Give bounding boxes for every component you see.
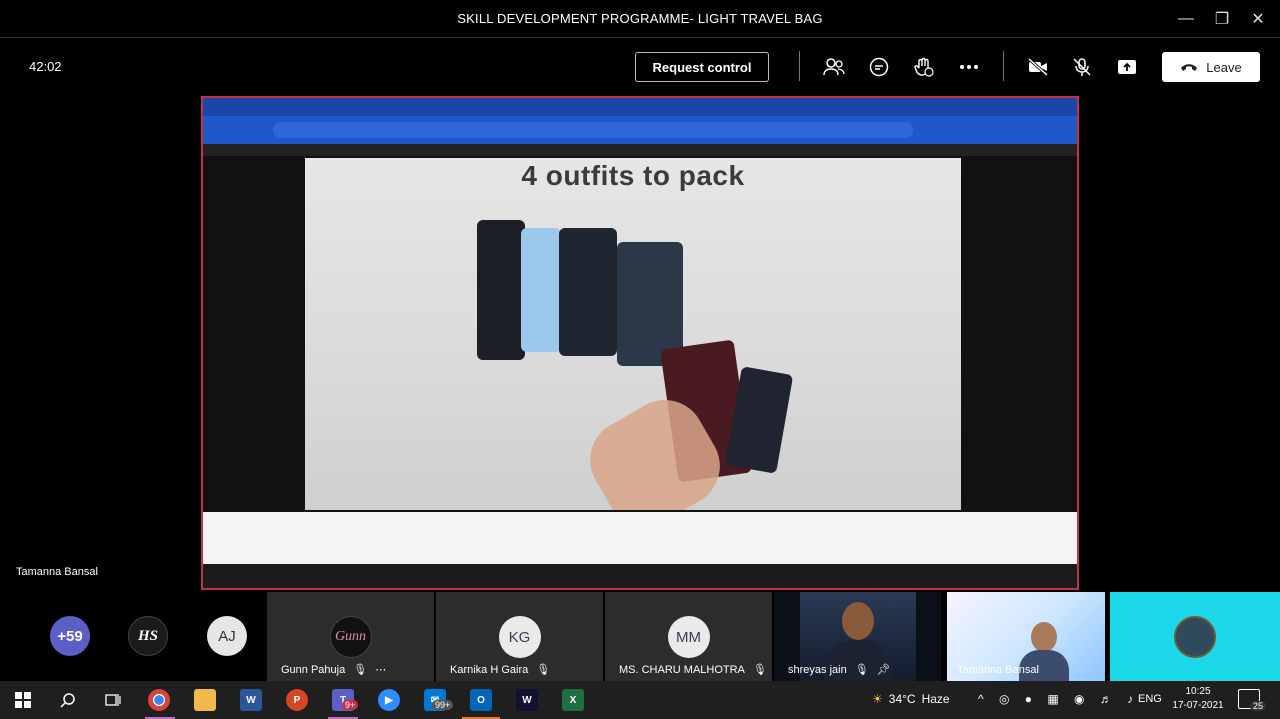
- participant-tile[interactable]: [1110, 592, 1280, 681]
- toolbar-divider: [799, 51, 800, 81]
- participant-name: Gunn Pahuja: [281, 663, 346, 676]
- participants-icon[interactable]: [822, 55, 846, 79]
- participant-tile[interactable]: KG Karnika H Gaira 🎙︎: [436, 592, 603, 681]
- participant-tile[interactable]: Gunn Gunn Pahuja 🎙︎ ⋯: [267, 592, 434, 681]
- share-screen-icon[interactable]: [1115, 55, 1139, 79]
- participant-name: Tamanna Bansal: [957, 664, 1039, 676]
- window-title: SKILL DEVELOPMENT PROGRAMME- LIGHT TRAVE…: [457, 11, 823, 26]
- camera-off-icon[interactable]: [1026, 55, 1050, 79]
- avatar: KG: [498, 616, 541, 658]
- youtube-header: [203, 144, 1077, 156]
- powerpoint-icon[interactable]: P: [286, 689, 308, 711]
- shared-screen: 4 outfits to pack: [201, 96, 1079, 590]
- clock-date: 17-07-2021: [1172, 700, 1224, 711]
- browser-address-bar: [203, 116, 1077, 144]
- weather-widget[interactable]: ☀︎ 34°C Haze: [872, 692, 950, 706]
- overflow-participants-badge[interactable]: +59: [50, 616, 90, 656]
- minimize-icon[interactable]: —: [1168, 6, 1204, 32]
- excel-icon[interactable]: X: [562, 689, 584, 711]
- more-options-icon[interactable]: ⋯: [375, 663, 386, 676]
- mail-badge: 99+: [432, 700, 454, 710]
- avatar[interactable]: HS: [128, 616, 168, 656]
- presenter-name: Tamanna Bansal: [16, 566, 98, 578]
- weather-condition: Haze: [921, 692, 950, 706]
- chrome-icon[interactable]: [148, 689, 170, 711]
- mic-off-icon: 🎙︎: [536, 664, 551, 676]
- participant-name: shreyas jain: [788, 663, 847, 676]
- avatar[interactable]: AJ: [207, 616, 247, 656]
- participant-tile[interactable]: shreyas jain 🎙︎ 📌︎: [774, 592, 941, 681]
- shared-screen-stage: 4 outfits to pack Tamanna Bansal: [0, 94, 1280, 592]
- notification-count: 25: [1250, 701, 1267, 711]
- folded-shirt-black: [477, 220, 525, 360]
- mic-off-icon: 🎙︎: [854, 664, 869, 676]
- start-icon[interactable]: [12, 689, 34, 711]
- avatar: [1174, 616, 1216, 658]
- avatar: MM: [667, 616, 710, 658]
- task-view-icon[interactable]: [102, 689, 124, 711]
- windows-taskbar: W P T 9+ ▶︎ ✉︎ 99+ O W X ☀︎ 34°C Haze ^ …: [0, 681, 1280, 719]
- language-indicator[interactable]: ENG: [1138, 693, 1162, 705]
- meeting-toolbar: 42:02 Request control Leave: [0, 37, 1280, 94]
- tray-icons[interactable]: ^ ◎ ● ▦ ◉ ♬ ♪: [978, 692, 1139, 706]
- zoom-icon[interactable]: ▶︎: [378, 689, 400, 711]
- mic-off-icon: 🎙︎: [353, 664, 368, 676]
- shared-taskbar: [203, 564, 1077, 588]
- maximize-icon[interactable]: ❐: [1204, 6, 1240, 32]
- participant-name: MS. CHARU MALHOTRA: [619, 663, 745, 676]
- file-explorer-icon[interactable]: [194, 689, 216, 711]
- folded-shirt-navy: [559, 228, 617, 356]
- clock[interactable]: 10:25 17-07-2021: [1168, 685, 1228, 713]
- mic-off-icon[interactable]: [1070, 55, 1094, 79]
- leave-label: Leave: [1206, 59, 1242, 75]
- request-control-button[interactable]: Request control: [635, 52, 769, 82]
- participant-tile[interactable]: MM MS. CHARU MALHOTRA 🎙︎: [605, 592, 772, 681]
- video-frame: 4 outfits to pack: [305, 158, 961, 510]
- outlook-icon[interactable]: O: [470, 689, 492, 711]
- video-description-area: [203, 512, 1077, 564]
- teams-badge: 9+: [342, 700, 359, 710]
- whiteboard-icon[interactable]: W: [516, 689, 538, 711]
- chat-icon[interactable]: [867, 55, 891, 79]
- reactions-icon[interactable]: [912, 55, 936, 79]
- participant-tile[interactable]: Tamanna Bansal: [943, 592, 1108, 681]
- temperature: 34°C: [888, 692, 916, 706]
- title-bar: SKILL DEVELOPMENT PROGRAMME- LIGHT TRAVE…: [0, 0, 1280, 37]
- person-silhouette: [1031, 622, 1057, 652]
- clock-time: 10:25: [1185, 686, 1211, 697]
- folded-shirt-light-blue: [521, 228, 561, 352]
- participant-name: Karnika H Gaira: [450, 663, 529, 676]
- meeting-timer: 42:02: [29, 59, 62, 74]
- mic-off-icon: 🎙︎: [752, 664, 767, 676]
- phone-hangup-icon: [1181, 64, 1198, 71]
- video-caption: 4 outfits to pack: [521, 160, 745, 191]
- leave-button[interactable]: Leave: [1162, 52, 1260, 82]
- sun-haze-icon: ☀︎: [872, 692, 883, 706]
- search-icon[interactable]: [57, 689, 79, 711]
- close-icon[interactable]: ✕: [1240, 6, 1276, 32]
- toolbar-divider: [1003, 51, 1004, 81]
- more-options-icon[interactable]: [957, 55, 981, 79]
- browser-tab-strip: [203, 98, 1077, 116]
- pin-icon[interactable]: 📌︎: [877, 663, 891, 676]
- avatar: Gunn: [329, 616, 372, 658]
- person-silhouette: [842, 602, 874, 640]
- word-icon[interactable]: W: [240, 689, 262, 711]
- participants-strip: +59 HS AJ Gunn Gunn Pahuja 🎙︎ ⋯ KG Karnika…: [0, 592, 1280, 681]
